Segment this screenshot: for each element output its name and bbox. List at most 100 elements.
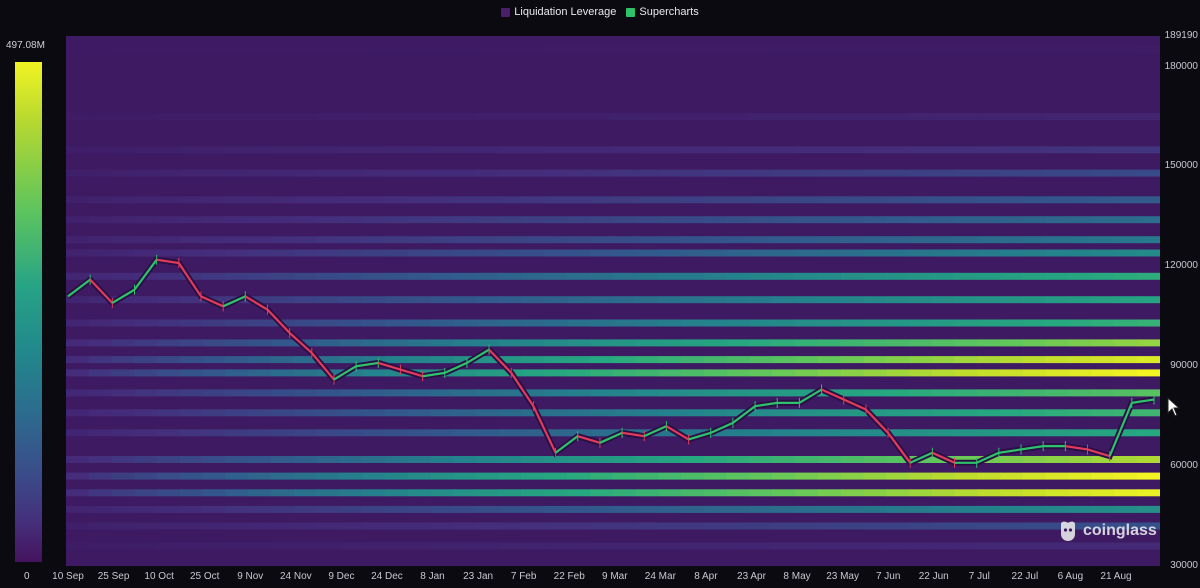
heatmap-cell (521, 296, 546, 304)
heatmap-cell (772, 429, 796, 437)
x-tick-label: 8 Jan (420, 571, 445, 582)
heatmap-cell (271, 236, 295, 244)
heatmap-cell (453, 505, 477, 513)
heatmap-cell (271, 489, 295, 497)
heatmap-cell (385, 296, 409, 304)
heatmap-plot-area[interactable] (66, 36, 1160, 566)
heatmap-cell (840, 236, 865, 244)
heatmap-cell (795, 505, 819, 513)
heatmap-cell (954, 216, 979, 224)
heatmap-cell (704, 46, 728, 54)
x-tick-label: 9 Mar (602, 571, 628, 582)
heatmap-cell (293, 146, 318, 154)
heatmap-cell (1137, 296, 1160, 304)
heatmap-cell (590, 46, 614, 54)
heatmap-cell (453, 216, 477, 224)
heatmap-cell (772, 216, 796, 224)
heatmap-cell (749, 249, 774, 257)
heatmap-cell (727, 429, 751, 437)
heatmap-cell (362, 489, 386, 497)
x-tick-label: 22 Jun (918, 571, 949, 582)
heatmap-cell (658, 196, 682, 204)
heatmap-cell (134, 429, 158, 437)
heatmap-cell (1114, 236, 1138, 244)
heatmap-cell (430, 196, 455, 204)
heatmap-cell (407, 216, 432, 224)
x-tick-label: 7 Feb (510, 571, 537, 582)
heatmap-cell (407, 409, 432, 417)
heatmap-cell (909, 46, 933, 54)
heatmap-svg (66, 36, 1160, 566)
heatmap-cell (407, 319, 432, 327)
heatmap-cell (88, 339, 113, 347)
heatmap-cell (681, 236, 705, 244)
heatmap-cell (863, 356, 888, 364)
heatmap-cell (613, 472, 637, 480)
heatmap-cell (248, 146, 272, 154)
heatmap-cell (1023, 409, 1047, 417)
heatmap-cell (681, 389, 705, 397)
legend-item[interactable]: Supercharts (626, 4, 699, 20)
heatmap-cell (1046, 489, 1070, 497)
heatmap-cell (1091, 296, 1115, 304)
heatmap-cell (772, 522, 796, 530)
coinglass-logo-icon (1061, 521, 1075, 541)
heatmap-cell (66, 196, 90, 204)
brand-name: coinglass (1083, 522, 1157, 539)
heatmap-cell (1137, 46, 1160, 54)
heatmap-cell (271, 505, 295, 513)
heatmap-cell (1023, 339, 1047, 347)
heatmap-cell (385, 249, 409, 257)
heatmap-cell (293, 389, 318, 397)
heatmap-cell (544, 356, 568, 364)
heatmap-cell (1114, 389, 1138, 397)
heatmap-cell (772, 409, 796, 417)
heatmap-cell (613, 319, 637, 327)
heatmap-cell (248, 319, 272, 327)
heatmap-cell (1068, 249, 1093, 257)
heatmap-cell (840, 46, 865, 54)
chart-legend: Liquidation Leverage Supercharts (0, 4, 1200, 20)
heatmap-cell (886, 489, 910, 497)
heatmap-cell (1137, 369, 1160, 377)
heatmap-cell (339, 296, 363, 304)
heatmap-cell (453, 429, 477, 437)
heatmap-cell (932, 236, 956, 244)
heatmap-cell (157, 542, 181, 550)
y-tick-label: 90000 (1170, 360, 1198, 372)
heatmap-cell (111, 319, 135, 327)
heatmap-cell (727, 249, 751, 257)
heatmap-cell (590, 236, 614, 244)
heatmap-cell (271, 522, 295, 530)
heatmap-cell (772, 389, 796, 397)
heatmap-cell (1000, 356, 1024, 364)
heatmap-cell (840, 146, 865, 154)
heatmap-cell (932, 113, 956, 120)
heatmap-cell (567, 505, 591, 513)
heatmap-cell (749, 389, 774, 397)
heatmap-cell (453, 522, 477, 530)
heatmap-cell (932, 319, 956, 327)
heatmap-cell (909, 429, 933, 437)
heatmap-cell (521, 216, 546, 224)
heatmap-cell (1000, 319, 1024, 327)
heatmap-cell (430, 522, 455, 530)
heatmap-cell (111, 489, 135, 497)
heatmap-cell (476, 505, 500, 513)
heatmap-cell (385, 429, 409, 437)
heatmap-cell (1000, 369, 1024, 377)
heatmap-cell (704, 356, 728, 364)
heatmap-cell (749, 113, 774, 120)
legend-label: Liquidation Leverage (514, 6, 617, 18)
heatmap-cell (430, 216, 455, 224)
heatmap-cell (681, 46, 705, 54)
heatmap-cell (681, 216, 705, 224)
heatmap-cell (271, 429, 295, 437)
legend-item[interactable]: Liquidation Leverage (501, 4, 616, 20)
heatmap-cell (795, 46, 819, 54)
heatmap-cell (293, 272, 318, 280)
heatmap-cell (202, 113, 227, 120)
heatmap-cell (66, 489, 90, 497)
heatmap-cell (658, 46, 682, 54)
heatmap-cell (248, 339, 272, 347)
